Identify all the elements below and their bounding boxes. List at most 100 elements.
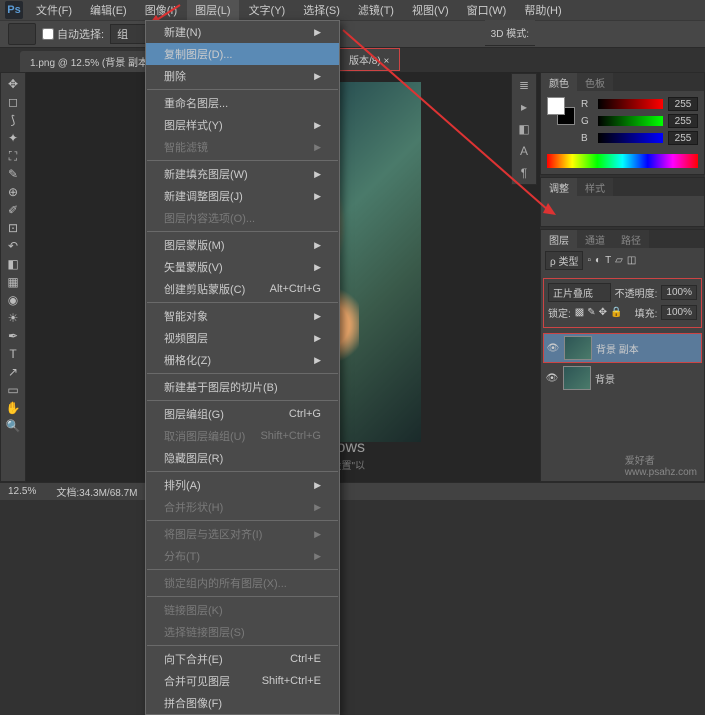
layer-row-bg[interactable]: 👁 背景 — [543, 364, 702, 392]
lock-transparency-icon[interactable]: ▩ — [575, 307, 584, 318]
filter-adj-icon[interactable]: ◐ — [595, 255, 601, 266]
menu-item[interactable]: 新建调整图层(J)▶ — [146, 185, 339, 207]
visibility-toggle-icon[interactable]: 👁 — [545, 373, 559, 384]
zoom-tool[interactable]: 🔍 — [1, 417, 25, 435]
b-slider[interactable] — [598, 133, 663, 143]
adjustments-tab[interactable]: 调整 — [541, 178, 577, 196]
filter-smart-icon[interactable]: ◫ — [627, 255, 636, 266]
shape-tool[interactable]: ▭ — [1, 381, 25, 399]
menu-item[interactable]: 排列(A)▶ — [146, 474, 339, 496]
blur-tool[interactable]: ◉ — [1, 291, 25, 309]
lock-position-icon[interactable]: ✥ — [599, 307, 607, 318]
blend-mode-select[interactable]: 正片叠底 — [548, 283, 611, 302]
healing-tool[interactable]: ⊕ — [1, 183, 25, 201]
menu-item[interactable]: 创建剪贴蒙版(C)Alt+Ctrl+G — [146, 278, 339, 300]
layer-row-bg-copy[interactable]: 👁 背景 副本 — [543, 333, 702, 363]
menu-filter[interactable]: 滤镜(T) — [350, 0, 402, 20]
layer-name[interactable]: 背景 — [595, 371, 615, 386]
menu-item[interactable]: 重命名图层... — [146, 92, 339, 114]
lock-all-icon[interactable]: 🔒 — [610, 307, 622, 318]
menu-item[interactable]: 合并可见图层Shift+Ctrl+E — [146, 670, 339, 692]
layer-thumbnail[interactable] — [564, 336, 592, 360]
menu-item[interactable]: 矢量蒙版(V)▶ — [146, 256, 339, 278]
lock-pixels-icon[interactable]: ✎ — [587, 307, 595, 318]
channels-tab[interactable]: 通道 — [577, 230, 613, 248]
visibility-toggle-icon[interactable]: 👁 — [546, 343, 560, 354]
layers-tab[interactable]: 图层 — [541, 230, 577, 248]
menu-item[interactable]: 拼合图像(F) — [146, 692, 339, 714]
filter-type-icon[interactable]: T — [605, 255, 611, 266]
layer-name[interactable]: 背景 副本 — [596, 341, 639, 356]
menu-type[interactable]: 文字(Y) — [241, 0, 294, 20]
hue-strip[interactable] — [547, 154, 698, 168]
move-tool[interactable]: ✥ — [1, 75, 25, 93]
menu-window[interactable]: 窗口(W) — [459, 0, 515, 20]
character-panel-icon[interactable]: A — [512, 140, 536, 162]
eraser-tool[interactable]: ◧ — [1, 255, 25, 273]
color-tab[interactable]: 颜色 — [541, 73, 577, 91]
zoom-level[interactable]: 12.5% — [8, 486, 36, 497]
auto-select-check[interactable]: 自动选择: — [42, 26, 104, 42]
menu-item[interactable]: 新建基于图层的切片(B) — [146, 376, 339, 398]
menu-layer[interactable]: 图层(L) — [187, 0, 238, 20]
fill-value[interactable]: 100% — [661, 305, 697, 320]
pen-tool[interactable]: ✒ — [1, 327, 25, 345]
menu-file[interactable]: 文件(F) — [28, 0, 80, 20]
opacity-value[interactable]: 100% — [661, 285, 697, 300]
styles-tab[interactable]: 样式 — [577, 178, 613, 196]
paragraph-panel-icon[interactable]: ¶ — [512, 162, 536, 184]
history-panel-icon[interactable]: ≣ — [512, 74, 536, 96]
type-tool[interactable]: T — [1, 345, 25, 363]
toolbox: ✥ ◻ ⟆ ✦ ⛶ ✎ ⊕ ✐ ⊡ ↶ ◧ ▦ ◉ ☀ ✒ T ↗ ▭ ✋ 🔍 — [0, 72, 26, 482]
document-tab-2[interactable]: 版本/8) × — [338, 48, 400, 71]
crop-tool[interactable]: ⛶ — [1, 147, 25, 165]
layer-thumbnail[interactable] — [563, 366, 591, 390]
gradient-tool[interactable]: ▦ — [1, 273, 25, 291]
marquee-tool[interactable]: ◻ — [1, 93, 25, 111]
right-panel-dock: 颜色 色板 R255 G255 B255 调整 样式 图层 — [540, 72, 705, 482]
menu-image[interactable]: 图像(I) — [137, 0, 185, 20]
menu-item[interactable]: 图层编组(G)Ctrl+G — [146, 403, 339, 425]
menu-edit[interactable]: 编辑(E) — [82, 0, 135, 20]
swatches-tab[interactable]: 色板 — [577, 73, 613, 91]
menu-item[interactable]: 图层蒙版(M)▶ — [146, 234, 339, 256]
eyedropper-tool[interactable]: ✎ — [1, 165, 25, 183]
move-tool-icon[interactable] — [8, 23, 36, 45]
menu-item[interactable]: 隐藏图层(R) — [146, 447, 339, 469]
menu-help[interactable]: 帮助(H) — [516, 0, 569, 20]
auto-select-target[interactable]: 组 — [110, 24, 147, 44]
b-value[interactable]: 255 — [668, 131, 698, 145]
actions-panel-icon[interactable]: ▸ — [512, 96, 536, 118]
stamp-tool[interactable]: ⊡ — [1, 219, 25, 237]
menu-view[interactable]: 视图(V) — [404, 0, 457, 20]
menu-item: 选择链接图层(S) — [146, 621, 339, 643]
filter-img-icon[interactable]: ▫ — [587, 255, 591, 266]
brush-tool[interactable]: ✐ — [1, 201, 25, 219]
layer-filter-kind[interactable]: ρ 类型 — [545, 251, 583, 270]
r-slider[interactable] — [598, 99, 663, 109]
menu-item[interactable]: 智能对象▶ — [146, 305, 339, 327]
menu-item[interactable]: 删除▶ — [146, 65, 339, 87]
menu-item[interactable]: 向下合并(E)Ctrl+E — [146, 648, 339, 670]
menu-item[interactable]: 图层样式(Y)▶ — [146, 114, 339, 136]
paths-tab[interactable]: 路径 — [613, 230, 649, 248]
opacity-label: 不透明度: — [615, 285, 658, 300]
properties-panel-icon[interactable]: ◧ — [512, 118, 536, 140]
dodge-tool[interactable]: ☀ — [1, 309, 25, 327]
menu-item[interactable]: 栅格化(Z)▶ — [146, 349, 339, 371]
r-value[interactable]: 255 — [668, 97, 698, 111]
menu-item[interactable]: 新建(N)▶ — [146, 21, 339, 43]
fg-bg-swatch[interactable] — [547, 97, 575, 125]
hand-tool[interactable]: ✋ — [1, 399, 25, 417]
history-brush-tool[interactable]: ↶ — [1, 237, 25, 255]
menu-item[interactable]: 复制图层(D)... — [146, 43, 339, 65]
menu-select[interactable]: 选择(S) — [295, 0, 348, 20]
g-slider[interactable] — [598, 116, 663, 126]
g-value[interactable]: 255 — [668, 114, 698, 128]
path-tool[interactable]: ↗ — [1, 363, 25, 381]
lasso-tool[interactable]: ⟆ — [1, 111, 25, 129]
wand-tool[interactable]: ✦ — [1, 129, 25, 147]
filter-shape-icon[interactable]: ▱ — [615, 255, 623, 266]
menu-item[interactable]: 视频图层▶ — [146, 327, 339, 349]
menu-item[interactable]: 新建填充图层(W)▶ — [146, 163, 339, 185]
